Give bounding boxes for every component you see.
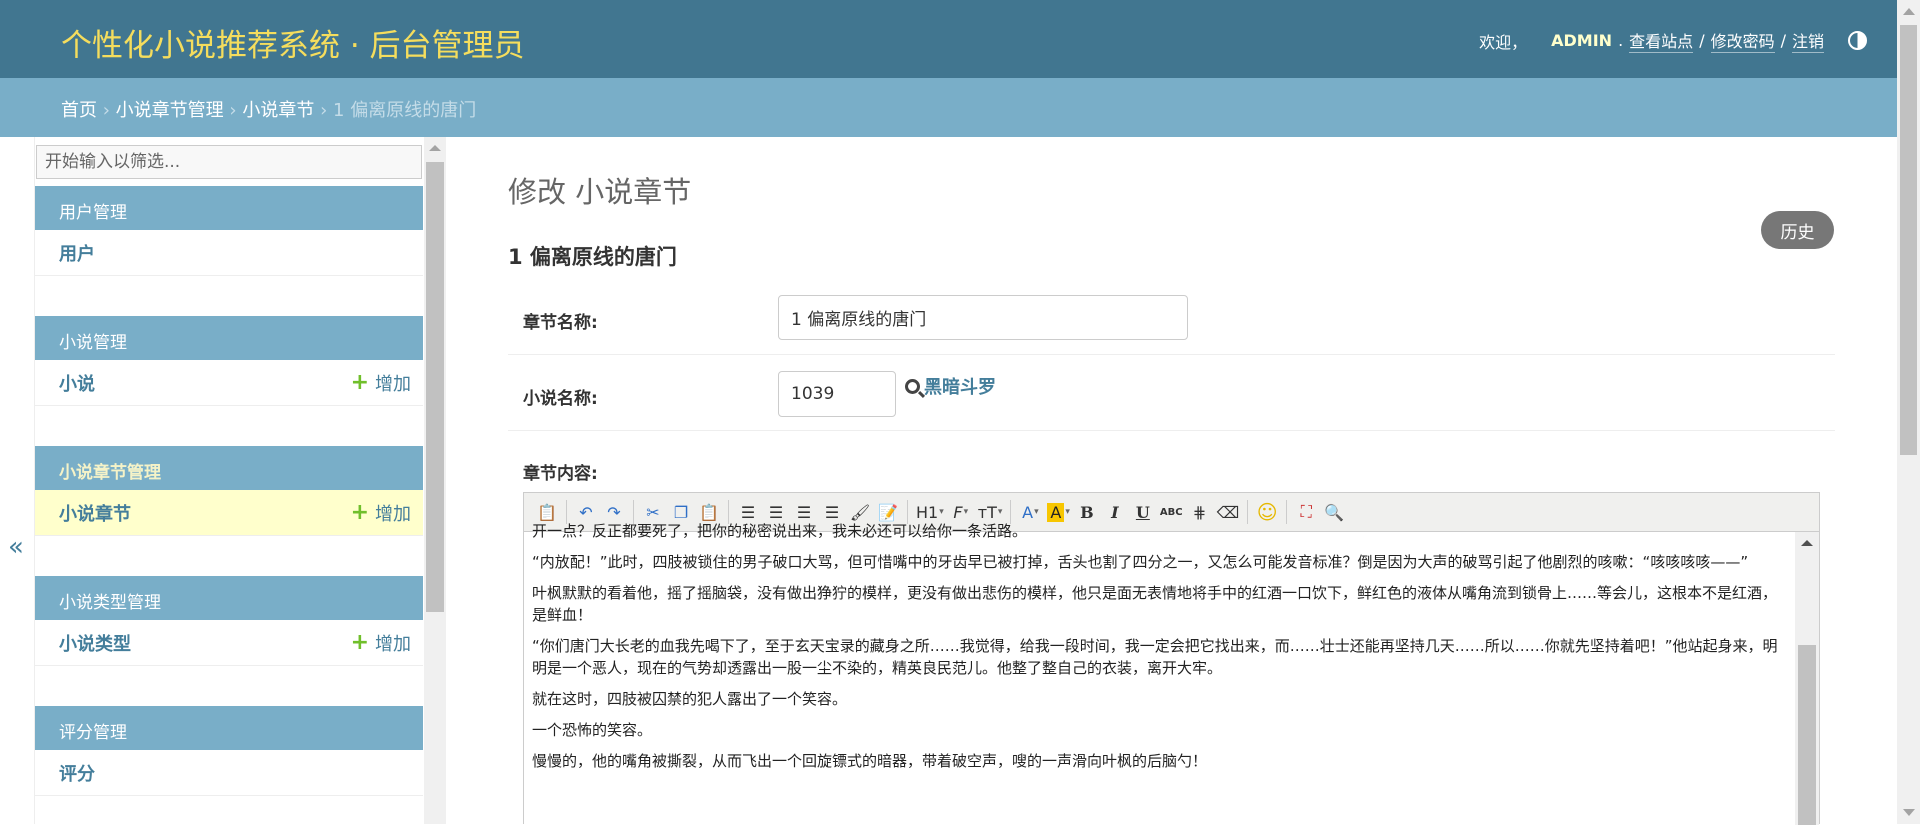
scrollbar-thumb[interactable] <box>1900 25 1917 455</box>
paragraph: 开一点？反正都要死了，把你的秘密说出来，我未必还可以给你一条活路。 <box>532 522 1028 540</box>
site-title[interactable]: 个性化小说推荐系统 · 后台管理员 <box>61 20 525 65</box>
module-header[interactable]: 评分管理 <box>35 706 423 750</box>
sidebar-toggle-button[interactable]: « <box>8 532 24 562</box>
history-button[interactable]: 历史 <box>1761 211 1834 249</box>
dropdown-arrow-icon: ▾ <box>939 507 944 517</box>
separator: / <box>1699 31 1705 50</box>
dropdown-arrow-icon: ▾ <box>1034 507 1039 517</box>
sidebar-item-chapters[interactable]: 小说章节 <box>59 500 131 526</box>
page-scrollbar[interactable] <box>1897 0 1920 824</box>
sidebar-item-users[interactable]: 用户 <box>59 240 95 266</box>
scroll-down-icon[interactable] <box>1903 809 1915 816</box>
plus-icon: + <box>350 500 369 525</box>
form-row-novel: 小说名称: 黑暗斗罗 <box>508 355 1835 431</box>
module-header[interactable]: 小说章节管理 <box>35 446 423 490</box>
plus-icon: + <box>350 370 369 395</box>
sidebar-item-genres[interactable]: 小说类型 <box>59 630 131 656</box>
chapter-name-input[interactable] <box>778 295 1188 340</box>
module-row: 评分 <box>35 750 423 796</box>
search-icon <box>905 378 920 394</box>
module-chapters: 小说章节管理 小说章节 + 增加 <box>35 446 423 536</box>
scrollbar-thumb[interactable] <box>1798 645 1816 825</box>
separator: / <box>1780 31 1786 50</box>
paragraph: “内放配！”此时，四肢被锁住的男子破口大骂，但可惜嘴中的牙齿早已被打掉，舌头也割… <box>532 553 1749 571</box>
form-row-chapter-name: 章节名称: <box>508 282 1835 355</box>
breadcrumb-separator: › <box>320 100 328 121</box>
font-label: F <box>953 502 963 522</box>
add-genre-button[interactable]: + 增加 <box>351 630 411 656</box>
paragraph: 慢慢的，他的嘴角被撕裂，从而飞出一个回旋镖式的暗器，带着破空声，嗖的一声滑向叶枫… <box>532 752 1208 770</box>
sidebar-scrollbar[interactable] <box>424 137 446 824</box>
sidebar-item-ratings[interactable]: 评分 <box>59 760 95 786</box>
dropdown-arrow-icon: ▾ <box>1065 507 1070 517</box>
novel-label: 小说名称: <box>523 389 598 409</box>
module-header[interactable]: 小说类型管理 <box>35 576 423 620</box>
breadcrumb-home[interactable]: 首页 <box>61 100 97 121</box>
add-novel-button[interactable]: + 增加 <box>351 370 411 396</box>
module-genres: 小说类型管理 小说类型 + 增加 <box>35 576 423 666</box>
username: ADMIN <box>1551 31 1613 50</box>
module-row: 小说章节 + 增加 <box>35 490 423 536</box>
sidebar-item-novels[interactable]: 小说 <box>59 370 95 396</box>
main-content: 修改 小说章节 历史 1 偏离原线的唐门 章节名称: 小说名称: 黑暗斗罗 章节… <box>508 137 1835 825</box>
paragraph: 一个恐怖的笑容。 <box>532 721 653 739</box>
module-novels: 小说管理 小说 + 增加 <box>35 316 423 406</box>
welcome-text: 欢迎， <box>1479 32 1528 52</box>
novel-id-input[interactable] <box>778 371 896 417</box>
module-row: 小说类型 + 增加 <box>35 620 423 666</box>
module-header[interactable]: 小说管理 <box>35 316 423 360</box>
editor-content[interactable]: 开一点？反正都要死了，把你的秘密说出来，我未必还可以给你一条活路。 “内放配！”… <box>524 522 1796 825</box>
novel-lookup-link[interactable]: 黑暗斗罗 <box>905 373 996 399</box>
breadcrumb-model[interactable]: 小说章节 <box>242 100 314 121</box>
add-label: 增加 <box>375 503 411 525</box>
user-tools: 欢迎， ADMIN. 查看站点 / 修改密码 / 注销 <box>1479 28 1867 53</box>
theme-toggle-icon[interactable] <box>1848 31 1867 50</box>
module-row: 小说 + 增加 <box>35 360 423 406</box>
novel-lookup-name: 黑暗斗罗 <box>924 377 996 398</box>
module-users: 用户管理 用户 <box>35 186 423 276</box>
breadcrumb-separator: › <box>229 100 237 121</box>
scroll-up-icon[interactable] <box>429 145 441 151</box>
view-site-link[interactable]: 查看站点 <box>1629 28 1694 53</box>
nav-filter-input[interactable] <box>36 145 422 179</box>
add-label: 增加 <box>375 633 411 655</box>
chapter-name-label: 章节名称: <box>523 313 598 333</box>
logout-link[interactable]: 注销 <box>1791 28 1824 53</box>
change-password-link[interactable]: 修改密码 <box>1710 28 1775 53</box>
content-label: 章节内容: <box>523 464 598 484</box>
module-header[interactable]: 用户管理 <box>35 186 423 230</box>
scroll-up-icon[interactable] <box>1903 8 1915 15</box>
breadcrumb-app[interactable]: 小说章节管理 <box>116 100 224 121</box>
rich-text-editor: 📋 ↶ ↷ ✂ ❐ 📋 ☰ ☰ ☰ ☰ 🖌 📝 H1 ▾ F ▾ тT ▾ A ▾ A ▾… <box>523 492 1820 825</box>
heading-label: H1 <box>916 502 939 522</box>
scroll-up-icon[interactable] <box>1801 540 1813 546</box>
page-title: 修改 小说章节 <box>508 175 692 209</box>
bg-color-label: A <box>1047 502 1065 522</box>
module-ratings: 评分管理 评分 <box>35 706 423 796</box>
paragraph: 就在这时，四肢被囚禁的犯人露出了一个笑容。 <box>532 690 848 708</box>
scrollbar-thumb[interactable] <box>426 162 444 612</box>
object-title: 1 偏离原线的唐门 <box>508 245 677 269</box>
editor-scrollbar[interactable] <box>1795 532 1819 825</box>
header: 个性化小说推荐系统 · 后台管理员 欢迎， ADMIN. 查看站点 / 修改密码… <box>0 0 1897 78</box>
dropdown-arrow-icon: ▾ <box>997 507 1003 517</box>
breadcrumb-separator: › <box>102 100 110 121</box>
breadcrumb: 首页 › 小说章节管理 › 小说章节 › 1 偏离原线的唐门 <box>0 78 1897 137</box>
plus-icon: + <box>350 630 369 655</box>
paragraph: 叶枫默默的看着他，摇了摇脑袋，没有做出狰狞的模样，更没有做出悲伤的模样，他只是面… <box>532 584 1778 624</box>
add-label: 增加 <box>375 373 411 395</box>
period: . <box>1618 31 1624 50</box>
add-chapter-button[interactable]: + 增加 <box>351 500 411 526</box>
font-color-label: A <box>1022 502 1034 522</box>
size-label: тT <box>977 502 997 522</box>
sidebar: 用户管理 用户 小说管理 小说 + 增加 小说章节管理 小说章节 + 增加 小说类型管理… <box>34 137 446 824</box>
paragraph: “你们唐门大长老的血我先喝下了，至于玄天宝录的藏身之所……我觉得，给我一段时间，… <box>532 637 1778 677</box>
breadcrumb-current: 1 偏离原线的唐门 <box>333 100 477 121</box>
module-row: 用户 <box>35 230 423 276</box>
dropdown-arrow-icon: ▾ <box>963 507 969 517</box>
